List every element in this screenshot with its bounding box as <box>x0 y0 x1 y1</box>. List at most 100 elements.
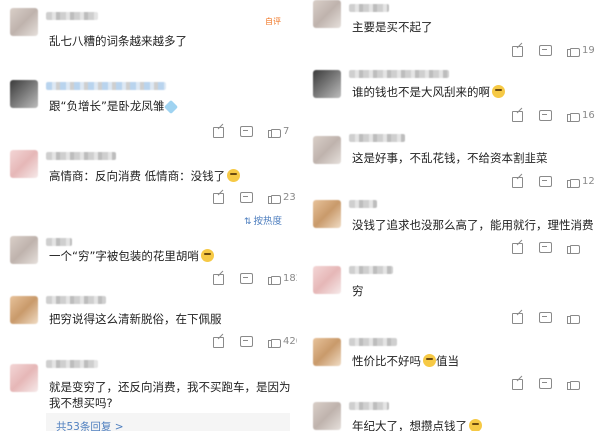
avatar[interactable] <box>313 0 341 28</box>
like-icon[interactable] <box>268 272 281 285</box>
avatar[interactable] <box>10 364 38 392</box>
author-tag: 自评 <box>265 17 281 26</box>
comment-actions: 23 <box>196 190 296 204</box>
share-icon[interactable] <box>212 191 224 204</box>
comment-icon[interactable] <box>240 272 253 284</box>
like-icon[interactable] <box>268 191 281 204</box>
comment-text: 一个“穷”字被包装的花里胡哨 <box>49 248 214 264</box>
comment-text: 性价比不好吗 值当 <box>352 353 459 369</box>
share-icon[interactable] <box>511 175 523 188</box>
comment-text: 主要是买不起了 <box>352 20 433 34</box>
like-count: 182 <box>283 272 297 284</box>
comment-text-suffix: 值当 <box>436 354 459 368</box>
avatar[interactable] <box>10 150 38 178</box>
comment-icon[interactable] <box>240 335 253 347</box>
emoji-icon <box>423 354 436 367</box>
comment-actions: 19 <box>495 43 595 57</box>
like-icon[interactable] <box>268 125 281 138</box>
avatar[interactable] <box>10 296 38 324</box>
emoji-icon <box>227 169 241 182</box>
like-icon[interactable] <box>567 241 580 254</box>
avatar[interactable] <box>313 338 341 366</box>
comment-actions: 16 <box>495 108 595 122</box>
username-blurred[interactable] <box>349 70 449 78</box>
like-count: 19 <box>582 44 595 56</box>
comment-text-content: 一个“穷”字被包装的花里胡哨 <box>49 249 199 263</box>
comment-icon[interactable] <box>539 44 552 56</box>
avatar[interactable] <box>313 136 341 164</box>
username-blurred[interactable] <box>349 200 377 208</box>
username-blurred[interactable] <box>349 134 405 142</box>
share-icon[interactable] <box>511 311 523 324</box>
comment-icon[interactable] <box>240 125 253 137</box>
comment-actions: 182 <box>196 271 297 285</box>
emoji-icon <box>164 99 179 115</box>
comment-text: 把穷说得这么清新脱俗，在下佩服 <box>49 312 222 326</box>
avatar[interactable] <box>313 200 341 228</box>
share-icon[interactable] <box>511 109 523 122</box>
share-icon[interactable] <box>212 335 224 348</box>
like-count: 16 <box>582 109 595 121</box>
like-icon[interactable] <box>567 44 580 57</box>
more-replies-link[interactable]: 共53条回复 > <box>56 419 124 431</box>
username-blurred[interactable] <box>349 402 389 410</box>
share-icon[interactable] <box>212 125 224 138</box>
comment-icon[interactable] <box>539 241 552 253</box>
emoji-icon <box>200 249 214 262</box>
comment-icon[interactable] <box>539 377 552 389</box>
like-icon[interactable] <box>268 335 281 348</box>
username-blurred[interactable] <box>46 238 72 246</box>
username-blurred[interactable] <box>349 4 389 12</box>
username-blurred[interactable] <box>46 152 116 160</box>
username-blurred[interactable] <box>46 82 166 90</box>
comment-text-content: 谁的钱也不是大风刮来的啊 <box>352 85 490 99</box>
sort-by-popularity[interactable]: 按热度 <box>244 213 283 227</box>
comment-actions <box>495 240 582 254</box>
share-icon[interactable] <box>212 272 224 285</box>
avatar[interactable] <box>313 402 341 430</box>
comment-text: 这是好事，不乱花钱，不给资本割韭菜 <box>352 151 548 165</box>
share-icon[interactable] <box>511 241 523 254</box>
comment-actions <box>495 376 580 390</box>
comment-text-content: 年纪大了，想攒点钱了 <box>352 419 467 431</box>
comment-text: 高情商：反向消费 低情商：没钱了 <box>49 168 241 184</box>
comment-text: 穷 <box>352 284 364 298</box>
comment-icon[interactable] <box>539 175 552 187</box>
username-blurred[interactable] <box>349 266 393 274</box>
like-icon[interactable] <box>567 311 580 324</box>
comment-text-content: 性价比不好吗 <box>352 354 421 368</box>
emoji-icon <box>469 419 482 431</box>
comment-actions: 12 <box>495 174 595 188</box>
comment-text: 没钱了追求也没那么高了，能用就行，理性消费 <box>352 218 594 232</box>
right-comment-column: 主要是买不起了 19 谁的钱也不是大风刮来的啊 16 这是好事，不乱花钱，不给资… <box>303 0 600 431</box>
comment-text-line-2: 我不想买吗? <box>49 396 113 410</box>
like-icon[interactable] <box>567 109 580 122</box>
comment-text-line-1: 就是变穷了，还反向消费，我不买跑车，是因为 <box>49 380 291 394</box>
share-icon[interactable] <box>511 44 523 57</box>
avatar[interactable] <box>10 236 38 264</box>
comment-actions: 7 <box>196 124 289 138</box>
avatar[interactable] <box>313 70 341 98</box>
comment-actions <box>495 310 580 324</box>
comment-icon[interactable] <box>240 191 253 203</box>
comment-icon[interactable] <box>539 109 552 121</box>
like-icon[interactable] <box>567 377 580 390</box>
comment-icon[interactable] <box>539 311 552 323</box>
comment-text: 年纪大了，想攒点钱了 <box>352 418 482 431</box>
username-blurred[interactable] <box>46 12 98 20</box>
comment-text: 谁的钱也不是大风刮来的啊 <box>352 84 505 100</box>
avatar[interactable] <box>313 266 341 294</box>
avatar[interactable] <box>10 8 38 36</box>
like-icon[interactable] <box>567 175 580 188</box>
emoji-icon <box>492 85 505 98</box>
username-blurred[interactable] <box>46 296 106 304</box>
username-blurred[interactable] <box>46 360 98 368</box>
comment-actions: 420 <box>196 334 297 348</box>
share-icon[interactable] <box>511 377 523 390</box>
comment-text: 乱七八糟的词条越来越多了 <box>49 34 187 48</box>
like-count: 7 <box>283 125 290 137</box>
like-count: 420 <box>283 335 297 347</box>
username-blurred[interactable] <box>349 338 397 346</box>
like-count: 23 <box>283 191 296 203</box>
avatar[interactable] <box>10 80 38 108</box>
